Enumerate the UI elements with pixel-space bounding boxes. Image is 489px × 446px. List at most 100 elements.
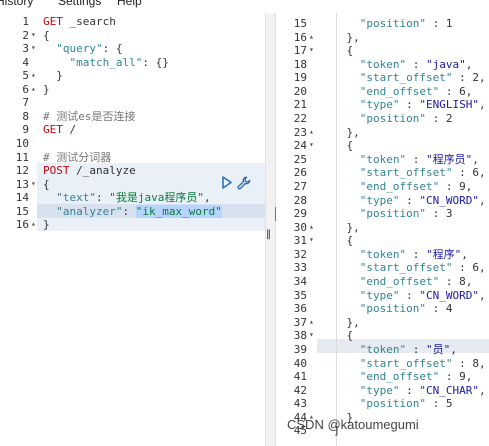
- request-code-line[interactable]: {: [43, 178, 50, 192]
- request-code-line[interactable]: "text": "我是java程序员",: [43, 191, 210, 205]
- menu-bar: History Settings Help: [0, 0, 489, 8]
- response-line-number: 24: [293, 139, 307, 153]
- response-line-number: 37: [293, 315, 307, 329]
- request-editor[interactable]: 1 GET _search 2 ▾{3 ▾ "query": {4 "match_all…: [0, 13, 265, 446]
- response-code-line[interactable]: "start_offset" : 8,: [320, 357, 486, 371]
- fold-toggle-icon[interactable]: ▴: [309, 220, 314, 234]
- fold-toggle-icon[interactable]: ▾: [31, 41, 36, 55]
- response-line-number: 21: [293, 98, 307, 112]
- request-line-number: 9: [22, 123, 29, 137]
- fold-toggle-icon[interactable]: ▴: [31, 217, 36, 231]
- request-code-line[interactable]: POST /_analyze: [43, 164, 136, 178]
- fold-toggle-icon[interactable]: ▴: [309, 30, 314, 44]
- response-line-number: 35: [293, 288, 307, 302]
- response-editor[interactable]: 15 "position" : 1 16 ▴ }, 17 ▾ {18 "token" :…: [276, 13, 489, 446]
- response-code-line[interactable]: "position" : 4: [320, 302, 453, 316]
- fold-toggle-icon[interactable]: ▾: [31, 28, 36, 42]
- request-line-number: 10: [15, 136, 29, 150]
- fold-toggle-icon[interactable]: ▾: [309, 328, 314, 342]
- request-code-line[interactable]: GET /: [43, 123, 76, 137]
- wrench-icon[interactable]: [237, 176, 251, 190]
- request-line-number: 7: [22, 96, 29, 110]
- response-code-line[interactable]: "position" : 2: [320, 112, 453, 126]
- resizer-grip-icon[interactable]: ‖: [266, 229, 271, 240]
- request-code-line[interactable]: # 测试es是否连接: [43, 110, 136, 124]
- response-code-line[interactable]: "token" : "员",: [320, 343, 457, 357]
- response-code-line[interactable]: "token" : "程序员",: [320, 153, 479, 167]
- response-code-line[interactable]: },: [320, 316, 359, 330]
- request-code-line[interactable]: {: [43, 29, 50, 43]
- response-code-line[interactable]: "end_offset" : 9,: [320, 370, 473, 384]
- request-line-number: 4: [22, 55, 29, 69]
- request-line-number: 15: [15, 204, 29, 218]
- response-code-line[interactable]: "end_offset" : 9,: [320, 180, 473, 194]
- response-line-number: 16: [293, 30, 307, 44]
- response-code-line[interactable]: },: [320, 126, 359, 140]
- fold-toggle-icon[interactable]: ▴: [309, 315, 314, 329]
- request-code-line[interactable]: "query": {: [43, 42, 122, 56]
- menu-history[interactable]: History: [0, 0, 33, 8]
- response-line-number: 19: [293, 71, 307, 85]
- fold-toggle-icon[interactable]: ▴: [31, 82, 36, 96]
- response-line-number: 31: [293, 234, 307, 248]
- response-code-line[interactable]: "type" : "ENGLISH",: [320, 98, 486, 112]
- response-code-line[interactable]: "token" : "程序",: [320, 248, 468, 262]
- request-line-number: 1: [22, 15, 29, 28]
- request-line-number: 5: [22, 69, 29, 83]
- response-code-line[interactable]: "end_offset" : 6,: [320, 85, 473, 99]
- response-line-number: 40: [293, 356, 307, 370]
- response-code-line[interactable]: "type" : "CN_WORD",: [320, 194, 486, 208]
- response-code-line[interactable]: {: [320, 234, 353, 248]
- request-code-line[interactable]: # 测试分词器: [43, 151, 111, 165]
- menu-help[interactable]: Help: [117, 0, 142, 8]
- response-line-number: 18: [293, 57, 307, 71]
- response-code-line[interactable]: "position" : 1: [320, 17, 453, 31]
- response-line-number: 30: [293, 220, 307, 234]
- request-code-line[interactable]: }: [43, 83, 50, 97]
- fold-toggle-icon[interactable]: ▾: [31, 177, 36, 191]
- response-code-line[interactable]: {: [320, 44, 353, 58]
- fold-toggle-icon[interactable]: ▴: [31, 68, 36, 82]
- fold-toggle-icon[interactable]: ▾: [309, 43, 314, 57]
- request-code-line[interactable]: GET _search: [43, 15, 116, 29]
- fold-toggle-icon[interactable]: ▾: [309, 233, 314, 247]
- response-line-number: 27: [293, 179, 307, 193]
- request-code-line[interactable]: "analyzer": "ik_max_word": [43, 204, 222, 219]
- response-code-line[interactable]: },: [320, 31, 359, 45]
- request-line-number: 16: [15, 218, 29, 232]
- response-line-number: 38: [293, 329, 307, 343]
- response-code-line[interactable]: {: [320, 329, 353, 343]
- fold-toggle-icon[interactable]: ▾: [309, 138, 314, 152]
- request-actions: [221, 176, 253, 190]
- response-code-line[interactable]: {: [320, 139, 353, 153]
- request-code-line[interactable]: }: [43, 218, 50, 232]
- response-code-line[interactable]: "start_offset" : 6,: [320, 166, 486, 180]
- fold-toggle-icon[interactable]: ▴: [309, 125, 314, 139]
- request-code-line[interactable]: }: [43, 69, 63, 83]
- request-line-number: 3: [22, 42, 29, 56]
- response-line-number: 28: [293, 193, 307, 207]
- response-code-line[interactable]: "start_offset" : 6,: [320, 261, 486, 275]
- response-code-line[interactable]: "type" : "CN_CHAR",: [320, 384, 486, 398]
- request-line-number: 13: [15, 177, 29, 191]
- play-icon[interactable]: [221, 176, 233, 189]
- response-line-number: 25: [293, 152, 307, 166]
- response-code-line[interactable]: "position" : 3: [320, 207, 453, 221]
- response-code-line[interactable]: "start_offset" : 2,: [320, 71, 486, 85]
- request-line-number: 14: [15, 191, 29, 205]
- response-line-number: 43: [293, 397, 307, 411]
- response-code-line[interactable]: "end_offset" : 8,: [320, 275, 473, 289]
- response-code-line[interactable]: "token" : "java",: [320, 58, 473, 72]
- response-line-number: 41: [293, 370, 307, 384]
- response-line-number: 20: [293, 84, 307, 98]
- response-code-line[interactable]: },: [320, 221, 359, 235]
- menu-settings[interactable]: Settings: [58, 0, 101, 8]
- request-line-number: 2: [22, 28, 29, 42]
- response-code-line[interactable]: "type" : "CN_WORD",: [320, 289, 486, 303]
- request-line-number: 6: [22, 82, 29, 96]
- request-code-line[interactable]: "match_all": {}: [43, 56, 169, 70]
- response-line-number: 36: [293, 302, 307, 316]
- response-code-line[interactable]: "position" : 5: [320, 397, 453, 411]
- response-line-number: 26: [293, 166, 307, 180]
- response-line-number: 42: [293, 383, 307, 397]
